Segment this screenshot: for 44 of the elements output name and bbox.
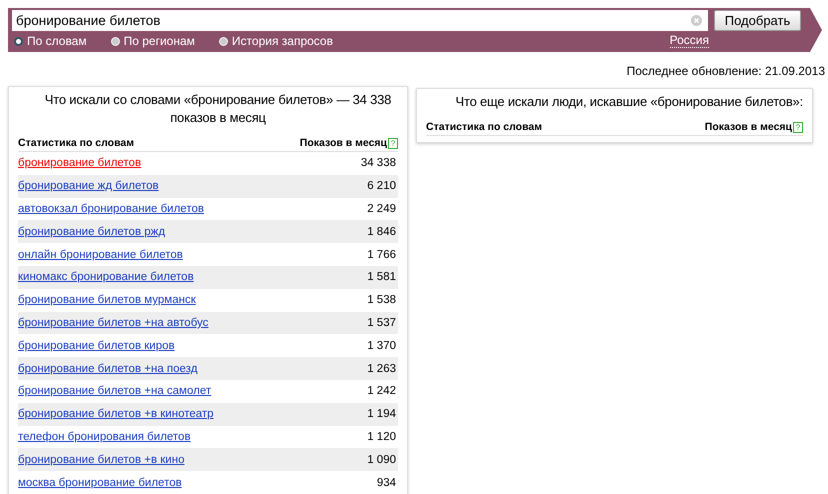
column-header: Показов в месяц [704, 121, 792, 133]
count-text: 1 090 [367, 454, 396, 466]
radio-button[interactable] [14, 36, 23, 46]
count-text: 1 846 [367, 226, 396, 238]
count-text: 1 538 [367, 294, 396, 306]
radio-label[interactable]: По регионам [124, 34, 195, 48]
column-header: Статистика по словам [18, 137, 134, 149]
phrase-link[interactable]: бронирование билетов +в кинотеатр [18, 408, 214, 420]
region-link[interactable]: Россия [670, 34, 709, 48]
phrase-link[interactable]: бронирование билетов мурманск [18, 294, 196, 306]
count-text: 1 370 [367, 340, 396, 352]
column-header: Показов в месяц [300, 137, 387, 149]
phrase-link[interactable]: телефон бронирования билетов [18, 430, 191, 443]
count-text: 1 194 [367, 408, 396, 420]
search-field[interactable]: бронирование билетов [12, 10, 708, 31]
count-text: 1 120 [367, 430, 396, 443]
phrase-link[interactable]: москва бронирование билетов [18, 476, 182, 489]
count-text: 1 263 [367, 362, 396, 375]
panel-title: Что искали со словами «бронирование билетов» — 34 338 показов в месяц [44, 91, 392, 127]
phrase-link[interactable]: автовокзал бронирование билетов [18, 202, 204, 215]
phrase-link[interactable]: киномакс бронирование билетов [18, 271, 194, 284]
panel-title: Что еще искали люди, искавшие «бронирование билетов»: [454, 93, 803, 111]
phrase-link[interactable]: бронирование билетов +на поезд [18, 362, 198, 375]
count-text: 934 [376, 476, 396, 489]
phrase-link[interactable]: бронирование билетов [18, 157, 142, 170]
phrase-link[interactable]: бронирование билетов ржд [18, 226, 166, 238]
radio-label[interactable]: По словам [27, 34, 87, 48]
phrase-link[interactable]: онлайн бронирование билетов [18, 248, 183, 261]
count-text: 2 249 [367, 202, 396, 215]
phrase-link[interactable]: бронирование жд билетов [18, 180, 159, 192]
count-text: 1 537 [367, 316, 396, 329]
count-text: 1 242 [367, 385, 396, 398]
last-update-text: Последнее обновление: 21.09.2013 [626, 64, 825, 78]
radio-label[interactable]: История запросов [232, 34, 333, 48]
count-text: 1 766 [367, 248, 396, 261]
phrase-link[interactable]: бронирование билетов +на автобус [18, 316, 208, 329]
column-header: Статистика по словам [426, 121, 542, 133]
phrase-link[interactable]: бронирование билетов киров [18, 340, 175, 352]
count-text: 34 338 [360, 157, 396, 170]
count-text: 1 581 [367, 271, 396, 284]
search-button[interactable]: Подобрать [714, 10, 801, 31]
phrase-link[interactable]: бронирование билетов +в кино [18, 454, 184, 466]
count-text: 6 210 [367, 180, 396, 192]
phrase-link[interactable]: бронирование билетов +на самолет [18, 385, 212, 398]
